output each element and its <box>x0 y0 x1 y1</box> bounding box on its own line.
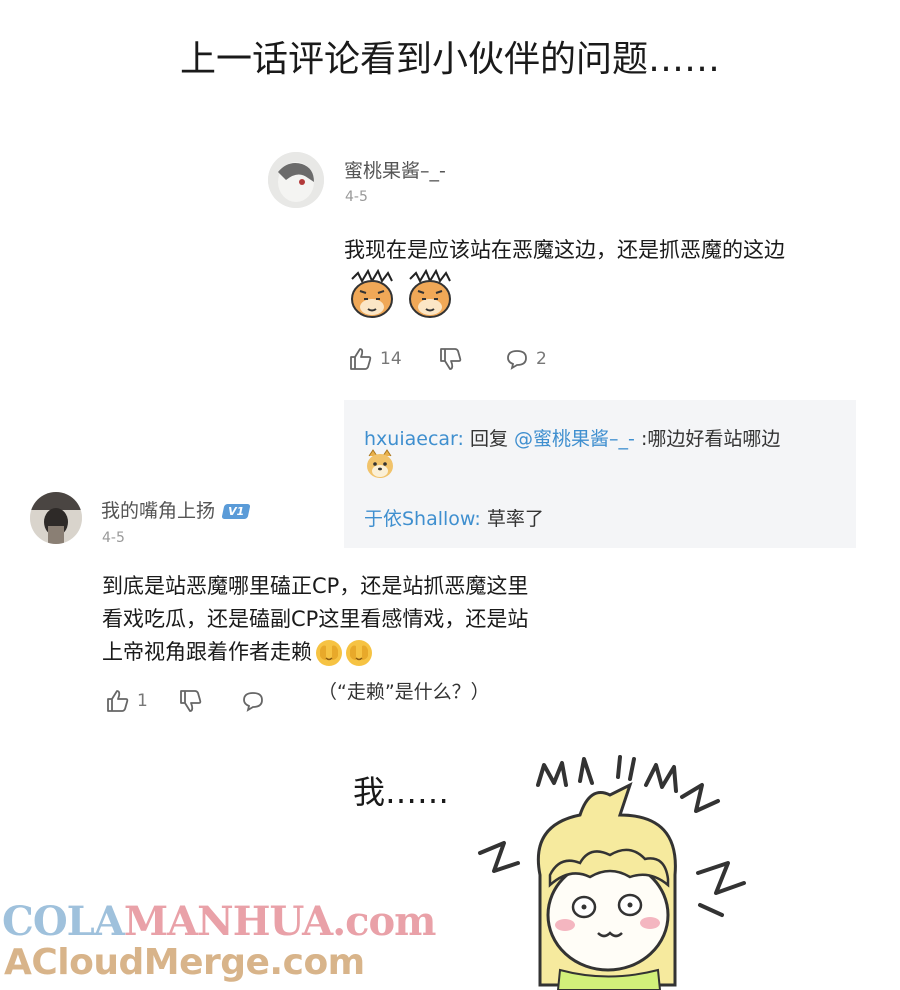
reaction-text: 我…… <box>353 773 450 811</box>
comment-icon <box>507 350 527 370</box>
reply-2-text: 草率了 <box>486 508 544 530</box>
reply-1-user[interactable]: hxuiaecar: <box>364 428 464 450</box>
reply-count: 2 <box>536 349 547 369</box>
comment2-line-3-text: 上帝视角跟着作者走赖 <box>102 640 312 664</box>
comment2-date: 4-5 <box>102 530 125 546</box>
comment2-username[interactable]: 我的嘴角上扬 V1 <box>101 496 251 523</box>
thumbs-up-icon <box>350 348 372 370</box>
comment2-like-count: 1 <box>137 691 148 711</box>
comment2-dislike-button[interactable] <box>178 688 204 714</box>
comment-icon <box>243 692 263 712</box>
watermark-colamanhua: COLAMANHUA.com <box>2 898 437 945</box>
comment2-line-3: 上帝视角跟着作者走赖 <box>102 636 582 669</box>
avatar-user1[interactable] <box>268 152 324 208</box>
thumbs-up-icon <box>107 690 129 712</box>
reply-panel: hxuiaecar: 回复 @蜜桃果酱–_- :哪边好看站哪边 于依Shallo… <box>344 400 856 548</box>
comment2-line-2: 看戏吃瓜，还是磕副CP这里看感情戏，还是站 <box>102 607 529 631</box>
cartoon-character-illustration <box>478 755 746 990</box>
reply-1-mention[interactable]: @蜜桃果酱–_- <box>514 428 635 450</box>
watermark-part-c: .com <box>332 898 436 945</box>
dislike-button[interactable] <box>438 346 464 372</box>
covering-face-emoji <box>316 640 342 666</box>
author-note: （“走赖”是什么？） <box>318 681 490 703</box>
reply-2: 于依Shallow: 草率了 <box>364 504 544 531</box>
reply-button[interactable]: 2 <box>504 346 547 372</box>
comment1-date: 4-5 <box>345 189 368 205</box>
tiger-emoji <box>409 269 451 318</box>
like-count: 14 <box>380 349 402 369</box>
reply-2-user[interactable]: 于依Shallow: <box>364 508 481 530</box>
comment2-username-text: 我的嘴角上扬 <box>101 500 216 522</box>
comment1-text: 我现在是应该站在恶魔这边，还是抓恶魔的这边 <box>344 238 785 262</box>
avatar-user2[interactable] <box>30 492 82 544</box>
reply-1-prefix: 回复 <box>469 428 508 450</box>
watermark-part-a: COLA <box>2 898 125 945</box>
thumbs-down-icon <box>440 348 462 370</box>
reply-1: hxuiaecar: 回复 @蜜桃果酱–_- :哪边好看站哪边 <box>364 424 780 451</box>
watermark-part-b: MANHUA <box>123 898 333 945</box>
comment2-line-1: 到底是站恶魔哪里磕正CP，还是站抓恶魔这里 <box>102 574 529 598</box>
covering-face-emoji <box>346 640 372 666</box>
comment2-text: 到底是站恶魔哪里磕正CP，还是站抓恶魔这里 看戏吃瓜，还是磕副CP这里看感情戏，… <box>102 570 582 669</box>
like-button[interactable]: 14 <box>348 346 402 372</box>
comment2-like-button[interactable]: 1 <box>105 688 148 714</box>
thumbs-down-icon <box>180 690 202 712</box>
vip-badge: V1 <box>221 504 251 519</box>
doge-emoji <box>367 449 393 478</box>
comment1-emojis <box>346 269 456 321</box>
tiger-emoji <box>351 269 393 318</box>
comment1-username[interactable]: 蜜桃果酱–_- <box>344 156 446 183</box>
watermark-acloudmerge: ACloudMerge.com <box>4 942 365 983</box>
comment2-reply-button[interactable] <box>240 688 266 714</box>
page-headline: 上一话评论看到小伙伴的问题…… <box>179 39 720 80</box>
reply-1-text: :哪边好看站哪边 <box>640 428 781 450</box>
